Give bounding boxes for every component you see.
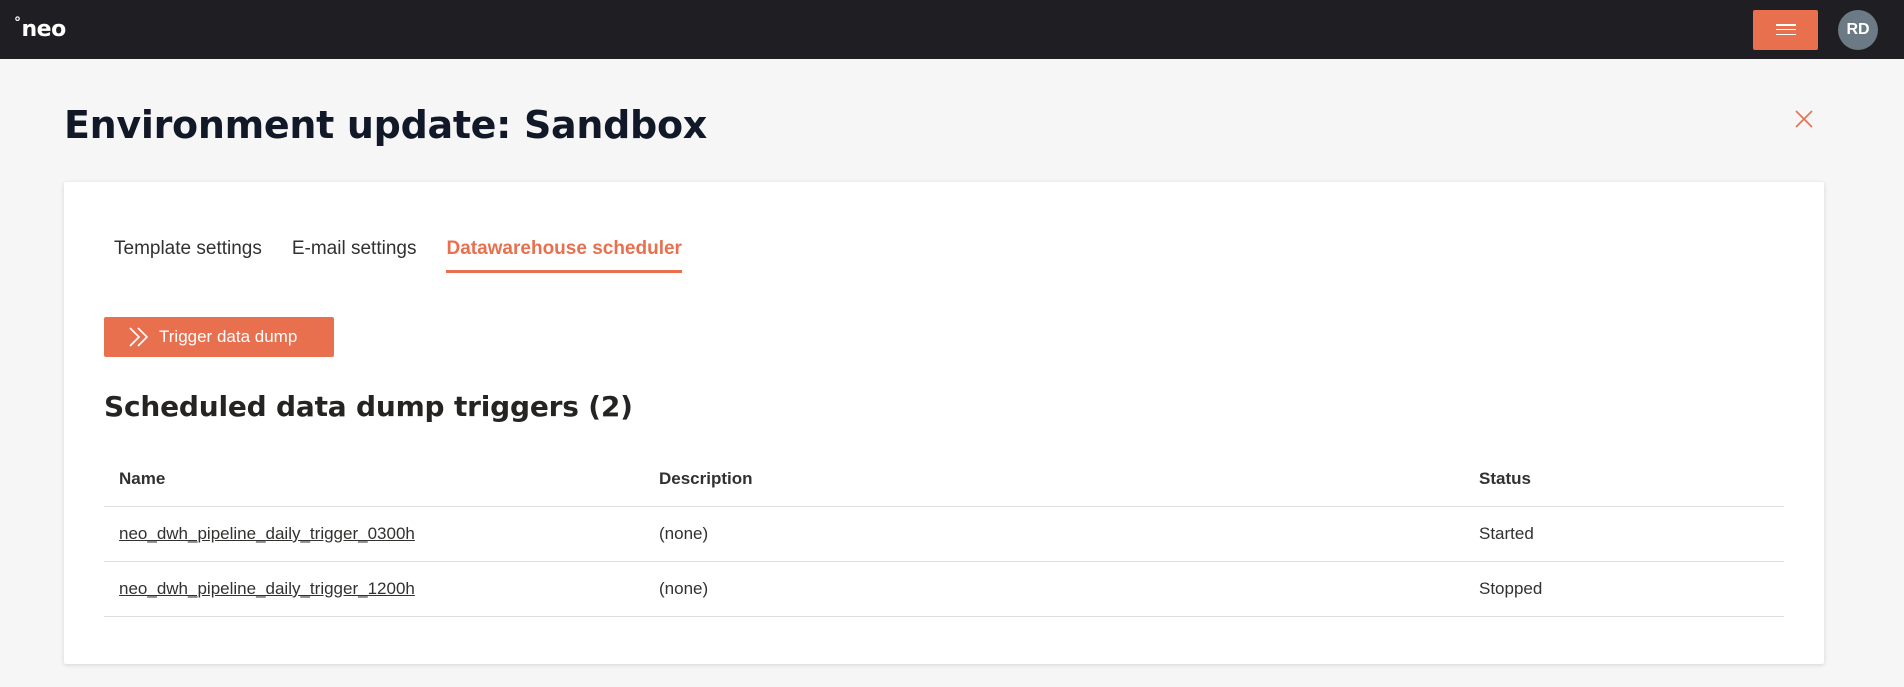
trigger-data-dump-button[interactable]: Trigger data dump bbox=[104, 317, 334, 357]
top-navigation-bar: ° neo RD bbox=[0, 0, 1904, 59]
trigger-status-cell: Started bbox=[1479, 524, 1534, 543]
logo-degree: ° bbox=[14, 15, 21, 31]
hamburger-icon bbox=[1775, 24, 1796, 35]
menu-button[interactable] bbox=[1753, 9, 1818, 50]
trigger-description-cell: (none) bbox=[659, 524, 709, 543]
column-header-status[interactable]: Status bbox=[1479, 469, 1784, 489]
double-chevron-right-icon bbox=[129, 327, 149, 347]
page-title: Environment update: Sandbox bbox=[64, 103, 707, 147]
tab-email-settings[interactable]: E-mail settings bbox=[292, 238, 417, 273]
trigger-description-cell: (none) bbox=[659, 579, 709, 598]
trigger-button-label: Trigger data dump bbox=[159, 327, 298, 346]
tab-template-settings[interactable]: Template settings bbox=[114, 238, 262, 273]
trigger-name-cell: neo_dwh_pipeline_daily_trigger_1200h bbox=[104, 579, 659, 599]
table-row: neo_dwh_pipeline_daily_trigger_1200h (no… bbox=[104, 562, 1784, 617]
triggers-table: Name Description Status neo_dwh_pipeline… bbox=[104, 452, 1784, 617]
logo-text: neo bbox=[21, 17, 67, 42]
table-row: neo_dwh_pipeline_daily_trigger_0300h (no… bbox=[104, 507, 1784, 562]
settings-card: Template settings E-mail settings Datawa… bbox=[64, 182, 1824, 664]
trigger-name-link[interactable]: neo_dwh_pipeline_daily_trigger_1200h bbox=[119, 579, 415, 598]
close-icon[interactable] bbox=[1793, 108, 1815, 130]
table-header-row: Name Description Status bbox=[104, 452, 1784, 507]
neo-logo[interactable]: ° neo bbox=[14, 15, 67, 42]
section-title: Scheduled data dump triggers (2) bbox=[104, 390, 633, 423]
column-header-description[interactable]: Description bbox=[659, 469, 1479, 489]
topbar-actions: RD bbox=[1753, 9, 1890, 50]
column-header-name[interactable]: Name bbox=[104, 469, 659, 489]
trigger-name-link[interactable]: neo_dwh_pipeline_daily_trigger_0300h bbox=[119, 524, 415, 543]
tab-datawarehouse-scheduler[interactable]: Datawarehouse scheduler bbox=[446, 238, 682, 273]
user-avatar[interactable]: RD bbox=[1838, 9, 1878, 50]
tab-bar: Template settings E-mail settings Datawa… bbox=[114, 238, 682, 273]
trigger-status-cell: Stopped bbox=[1479, 579, 1543, 598]
trigger-name-cell: neo_dwh_pipeline_daily_trigger_0300h bbox=[104, 524, 659, 544]
